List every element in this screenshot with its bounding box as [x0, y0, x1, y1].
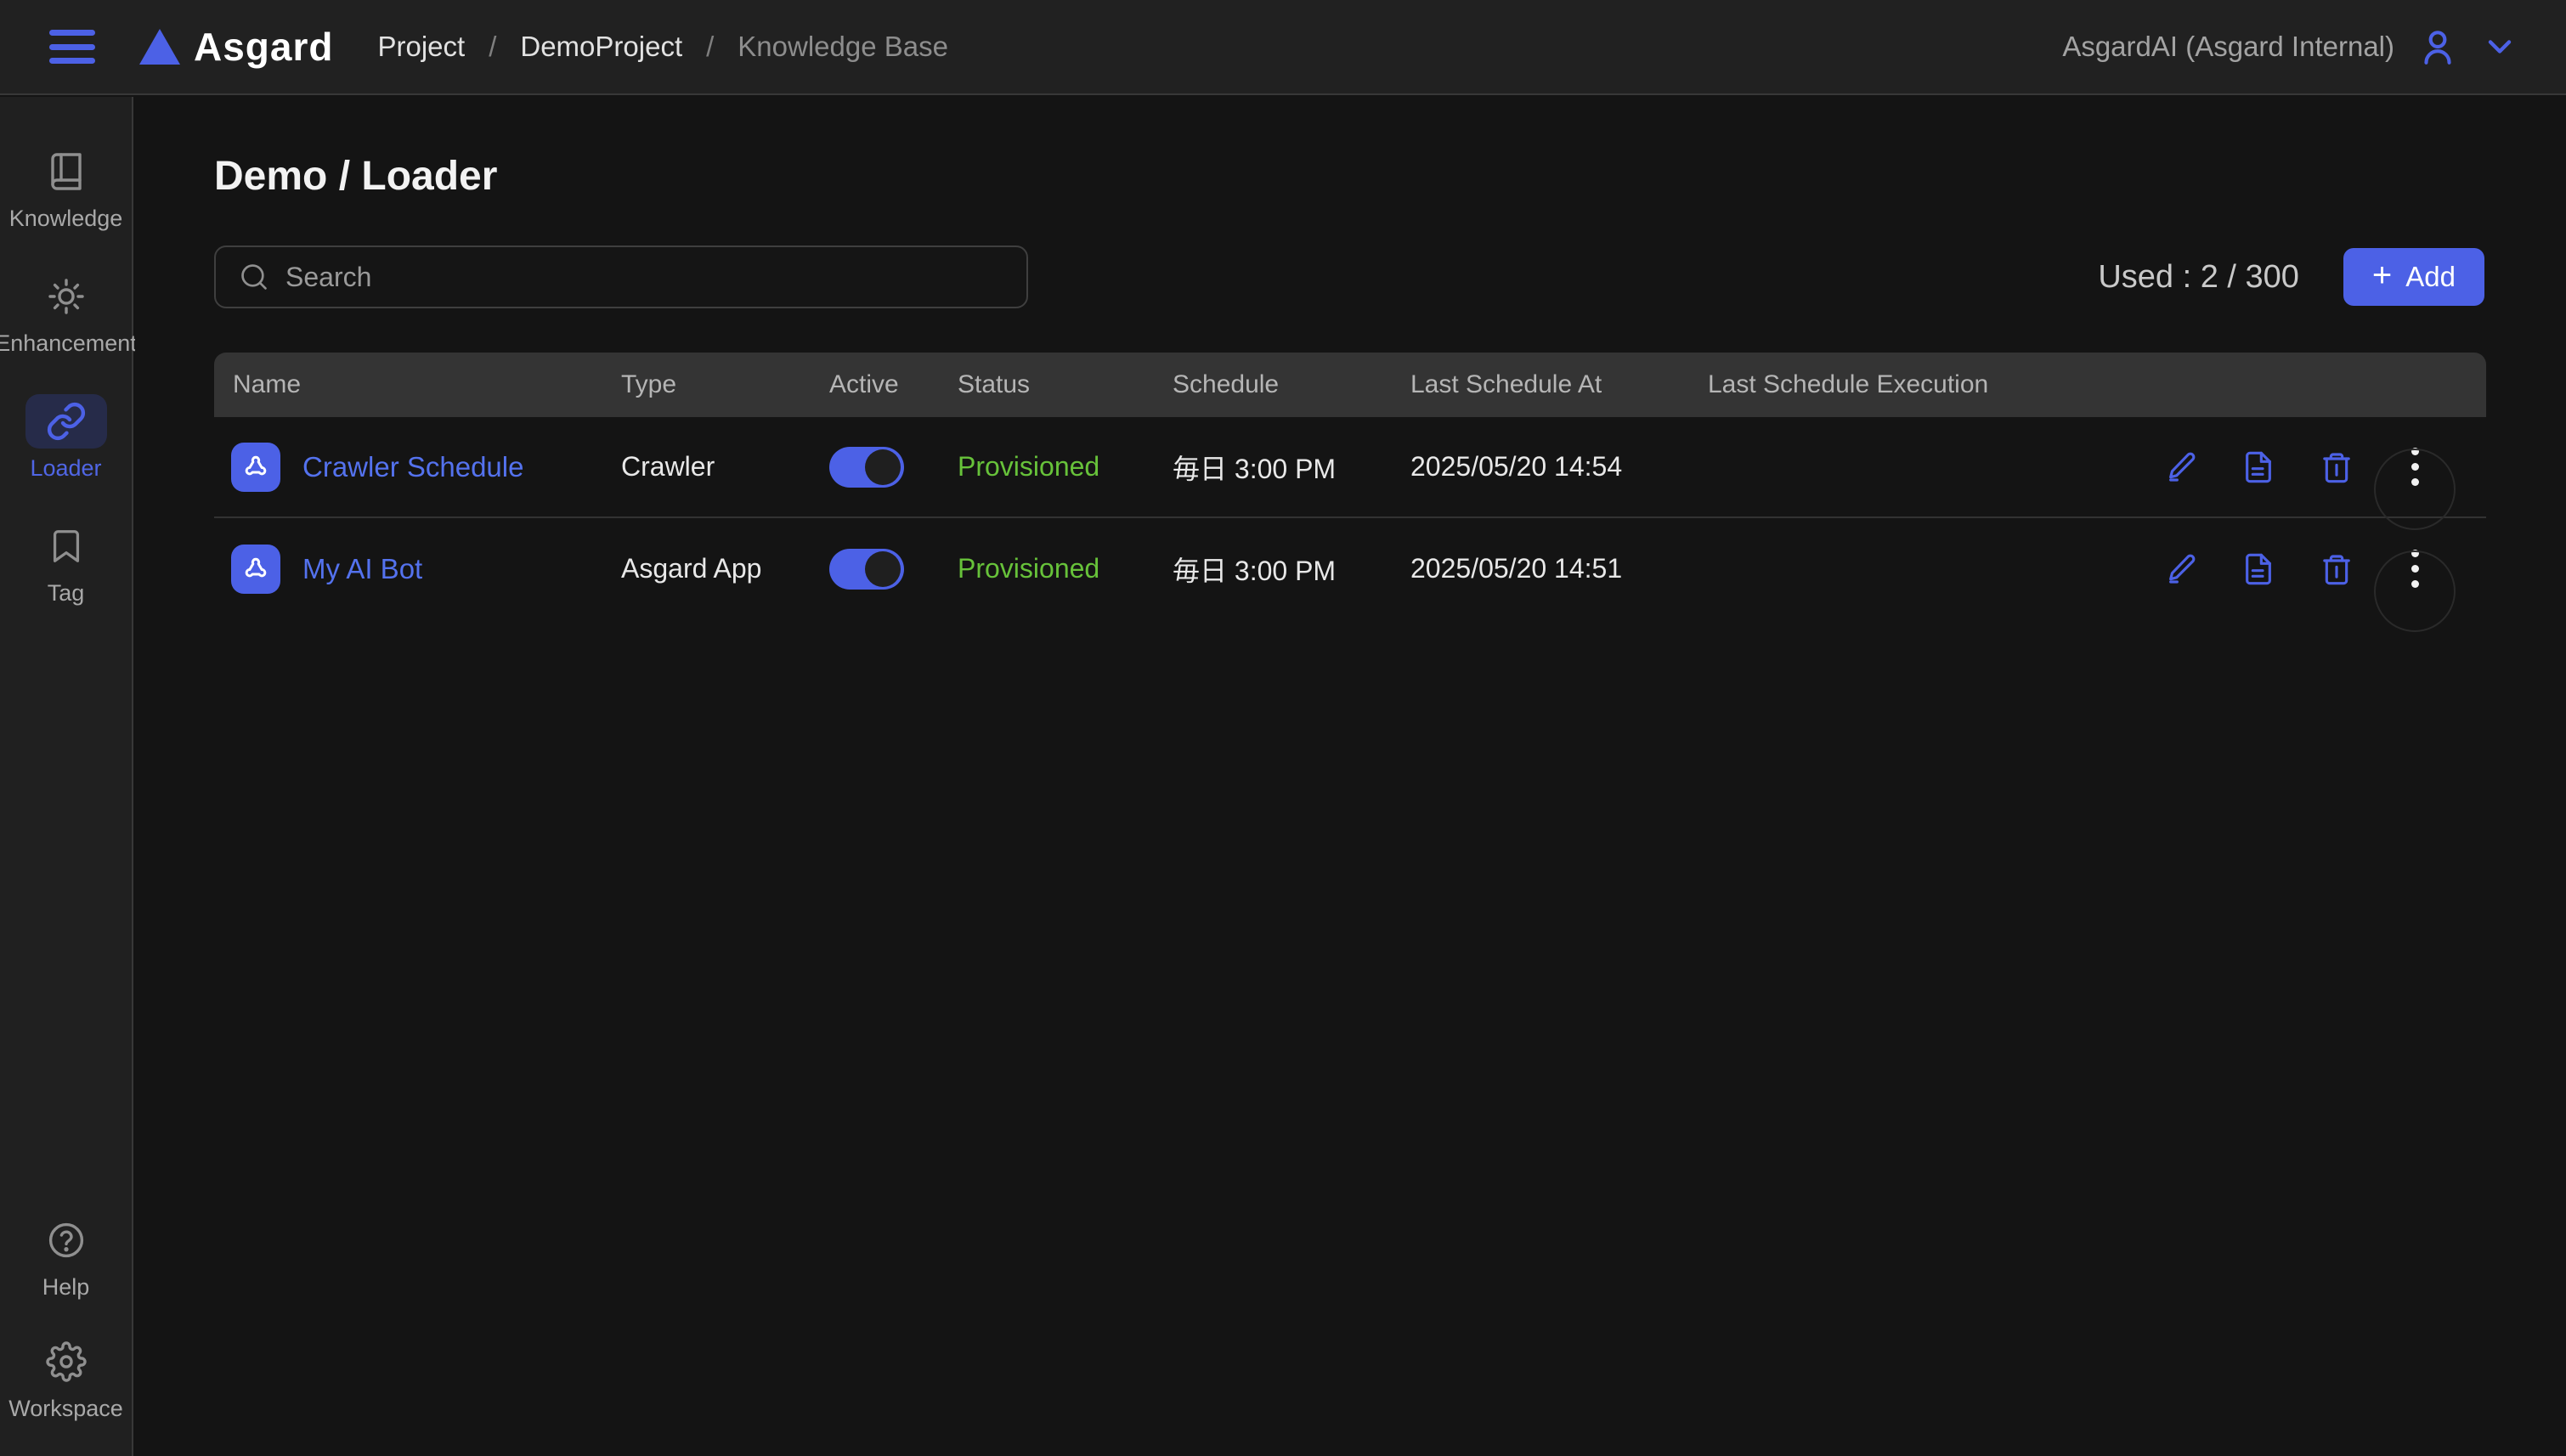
column-header-schedule: Schedule [1171, 370, 1409, 399]
column-header-last-schedule-at: Last Schedule At [1409, 370, 1706, 399]
column-header-type: Type [619, 370, 828, 399]
sidebar-item-help[interactable]: Help [0, 1213, 132, 1301]
bookmark-icon [47, 527, 86, 566]
sidebar-item-workspace[interactable]: Workspace [0, 1335, 132, 1422]
edit-icon[interactable] [2156, 545, 2204, 593]
kebab-menu-icon[interactable] [2391, 545, 2439, 593]
column-header-last-schedule-execution: Last Schedule Execution [1706, 370, 2088, 399]
logo-text: Asgard [194, 24, 333, 70]
app-logo[interactable]: Asgard [139, 24, 333, 70]
usage-counter: Used : 2 / 300 [2098, 259, 2299, 296]
sidebar-item-tag[interactable]: Tag [0, 519, 132, 607]
add-button-label: Add [2405, 261, 2456, 293]
user-icon[interactable] [2416, 25, 2459, 68]
book-icon [46, 151, 87, 192]
table-row: Crawler Schedule Crawler Provisioned 毎日 … [214, 417, 2486, 518]
search-input[interactable] [285, 262, 1004, 293]
trash-icon[interactable] [2313, 443, 2360, 491]
row-status: Provisioned [956, 451, 1171, 483]
page-title: Demo / Loader [214, 153, 2566, 200]
sidebar-item-label: Tag [48, 580, 85, 607]
loader-table: Name Type Active Status Schedule Last Sc… [214, 353, 2486, 619]
search-box[interactable] [214, 245, 1028, 308]
column-header-active: Active [828, 370, 956, 399]
breadcrumb-knowledge-base[interactable]: Knowledge Base [738, 31, 948, 63]
row-status: Provisioned [956, 553, 1171, 584]
app-knot-icon [231, 443, 280, 492]
active-toggle[interactable] [829, 549, 904, 590]
row-type: Asgard App [619, 553, 828, 584]
main-content: Demo / Loader Used : 2 / 300 + Add Name … [135, 97, 2566, 1456]
gear-icon [46, 1341, 87, 1382]
column-header-status: Status [956, 370, 1171, 399]
sun-icon [46, 276, 87, 317]
topbar: Asgard Project / DemoProject / Knowledge… [0, 0, 2566, 95]
search-icon [238, 261, 270, 293]
document-icon[interactable] [2235, 443, 2282, 491]
sidebar-item-label: Knowledge [9, 206, 123, 232]
breadcrumb: Project / DemoProject / Knowledge Base [377, 31, 947, 63]
kebab-menu-icon[interactable] [2391, 443, 2439, 491]
sidebar-item-loader[interactable]: Loader [0, 394, 132, 482]
trash-icon[interactable] [2313, 545, 2360, 593]
app-knot-icon [231, 545, 280, 594]
row-type: Crawler [619, 451, 828, 483]
breadcrumb-separator: / [706, 31, 714, 63]
chevron-down-icon[interactable] [2481, 28, 2518, 65]
row-last-schedule-at: 2025/05/20 14:51 [1409, 553, 1706, 584]
row-schedule: 毎日 3:00 PM [1171, 550, 1409, 589]
sidebar-item-label: Enhancement [0, 330, 137, 357]
table-row: My AI Bot Asgard App Provisioned 毎日 3:00… [214, 518, 2486, 619]
hamburger-menu-icon[interactable] [49, 30, 95, 64]
breadcrumb-separator: / [489, 31, 496, 63]
add-button[interactable]: + Add [2343, 248, 2484, 306]
breadcrumb-demoproject[interactable]: DemoProject [520, 31, 682, 63]
sidebar-item-enhancement[interactable]: Enhancement [0, 269, 132, 357]
edit-icon[interactable] [2156, 443, 2204, 491]
row-schedule: 毎日 3:00 PM [1171, 448, 1409, 487]
question-circle-icon [46, 1220, 87, 1261]
sidebar-item-knowledge[interactable]: Knowledge [0, 144, 132, 232]
active-toggle[interactable] [829, 447, 904, 488]
sidebar-item-label: Workspace [8, 1396, 123, 1422]
row-last-schedule-at: 2025/05/20 14:54 [1409, 451, 1706, 483]
sidebar: Knowledge Enhancement Loader [0, 97, 133, 1456]
plus-icon: + [2372, 258, 2392, 292]
column-header-name: Name [214, 370, 619, 399]
table-header: Name Type Active Status Schedule Last Sc… [214, 353, 2486, 417]
sidebar-item-label: Loader [30, 455, 101, 482]
row-name-link[interactable]: Crawler Schedule [302, 451, 523, 483]
link-icon [46, 401, 87, 442]
row-name-link[interactable]: My AI Bot [302, 553, 422, 585]
account-label: AsgardAI (Asgard Internal) [2062, 31, 2394, 63]
document-icon[interactable] [2235, 545, 2282, 593]
sidebar-item-label: Help [42, 1274, 90, 1301]
breadcrumb-project[interactable]: Project [377, 31, 465, 63]
logo-triangle-icon [139, 29, 180, 65]
